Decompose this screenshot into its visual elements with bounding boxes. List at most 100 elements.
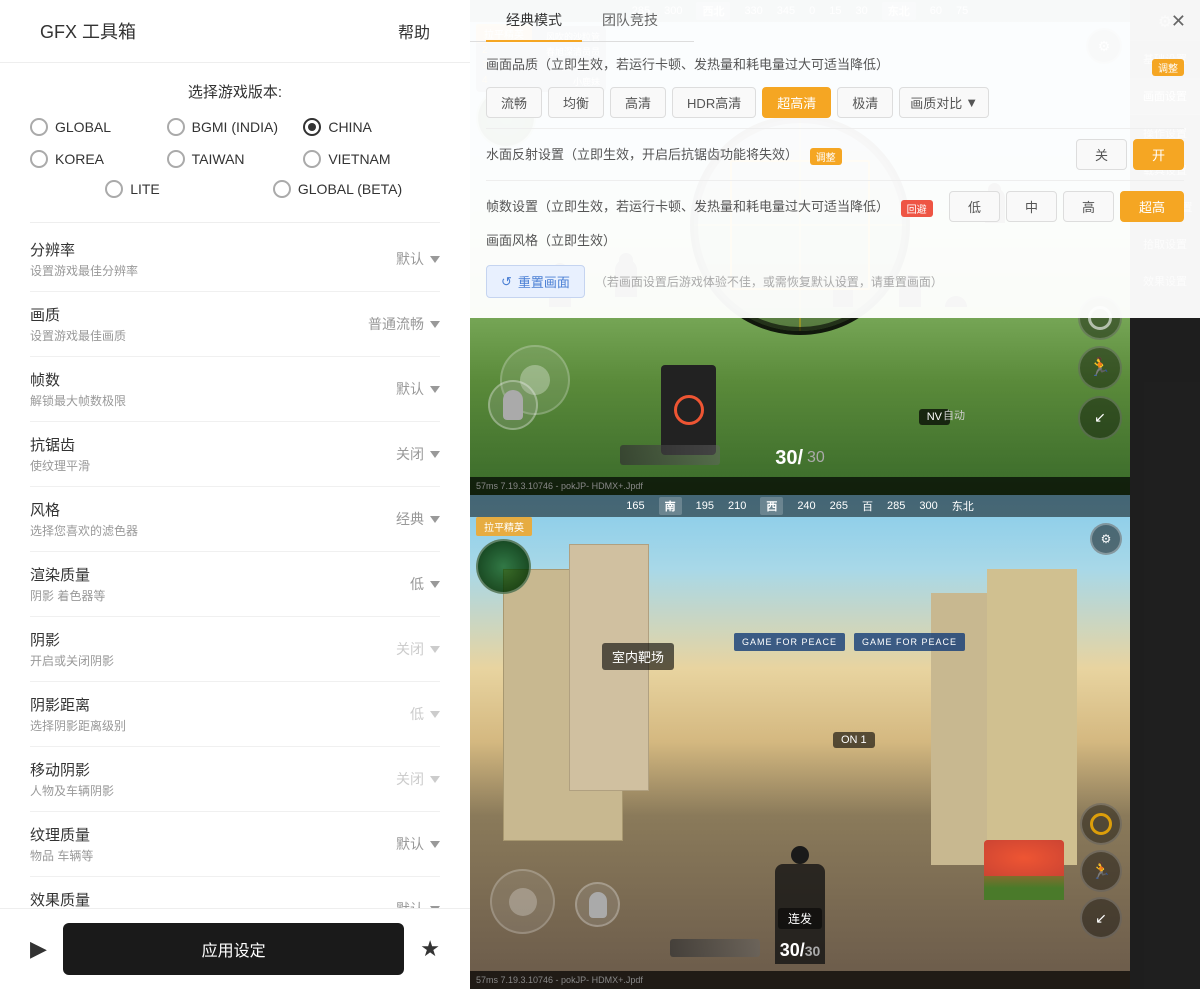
chevron-shadow <box>430 646 440 653</box>
action-btn-3[interactable]: ↙ <box>1078 396 1122 440</box>
setting-moving-shadow-name: 移动阴影 <box>30 759 114 780</box>
ammo-bottom-display: 30/30 <box>780 940 821 961</box>
apply-button[interactable]: 应用设定 <box>63 923 404 975</box>
quality-buttons: 流畅 均衡 高清 HDR高清 超高清 极清 画质对比 ▼ <box>486 87 1184 118</box>
shoot-btns-bottom: 🏃 ↙ <box>1080 803 1122 939</box>
version-vietnam-label: VIETNAM <box>328 151 390 167</box>
setting-fps-desc: 解锁最大帧数极限 <box>30 392 126 409</box>
chevron-fps <box>430 386 440 393</box>
grenade-icon[interactable] <box>488 380 538 430</box>
joystick-bottom[interactable] <box>490 869 555 934</box>
star-icon[interactable]: ★ <box>420 936 440 962</box>
quality-btn-compare[interactable]: 画质对比 ▼ <box>899 87 989 118</box>
setting-shadow-dist-value: 低 <box>410 704 424 724</box>
reset-btn-label: 重置画面 <box>518 272 570 291</box>
setting-shadow-dist-desc: 选择阴影距离级别 <box>30 717 126 734</box>
version-global-beta[interactable]: GLOBAL (BETA) <box>235 178 440 200</box>
setting-resolution-value: 默认 <box>396 249 424 269</box>
quality-btn-smooth[interactable]: 流畅 <box>486 87 542 118</box>
quality-btn-hd[interactable]: 高清 <box>610 87 666 118</box>
setting-quality-name: 画质 <box>30 304 126 325</box>
setting-fps-value: 默认 <box>396 379 424 399</box>
setting-quality-desc: 设置游戏最佳画质 <box>30 327 126 344</box>
settings-btn-bottom[interactable]: ⚙ <box>1090 523 1122 555</box>
bottom-bar: ▶ 应用设定 ★ <box>0 908 470 989</box>
close-overlay-button[interactable]: ✕ <box>1157 3 1200 40</box>
setting-antialias-name: 抗锯齿 <box>30 434 90 455</box>
send-icon[interactable]: ▶ <box>30 936 47 962</box>
compass-bar-bottom: 165 南 195 210 西 240 265 百 285 300 东北 <box>470 495 1130 517</box>
radio-vietnam <box>303 150 321 168</box>
version-china[interactable]: CHINA <box>303 116 440 138</box>
version-taiwan[interactable]: TAIWAN <box>167 148 304 170</box>
setting-quality-value: 普通流畅 <box>368 314 424 334</box>
run-btn[interactable]: 🏃 <box>1080 850 1122 892</box>
setting-texture-desc: 物品 车辆等 <box>30 847 93 864</box>
setting-render: 渲染质量 阴影 着色器等 低 <box>30 552 440 617</box>
style-section: 画面风格（立即生效） <box>486 230 1184 249</box>
water-toggle-on[interactable]: 开 <box>1133 139 1184 170</box>
water-toggle-off[interactable]: 关 <box>1076 139 1127 170</box>
indoor-range-label: 室内靶场 <box>602 643 674 670</box>
setting-style-name: 风格 <box>30 499 138 520</box>
water-badge: 调整 <box>810 148 842 165</box>
reset-screen-button[interactable]: ↺ 重置画面 <box>486 265 585 298</box>
version-lite-label: LITE <box>130 181 160 197</box>
minimap-bottom <box>476 539 531 594</box>
water-label: 水面反射设置（立即生效，开启后抗锯齿功能将失效） 调整 <box>486 144 1062 164</box>
quality-btn-ultrahd[interactable]: 超高清 <box>762 87 831 118</box>
grenade-bottom[interactable] <box>575 882 620 927</box>
setting-effect-quality-name: 效果质量 <box>30 889 121 908</box>
quality-btn-hdr[interactable]: HDR高清 <box>672 87 756 118</box>
setting-style: 风格 选择您喜欢的滤色器 经典 <box>30 487 440 552</box>
chevron-render <box>430 581 440 588</box>
tab-team[interactable]: 团队竞技 <box>582 0 678 42</box>
version-korea[interactable]: KOREA <box>30 148 167 170</box>
setting-style-desc: 选择您喜欢的滤色器 <box>30 522 138 539</box>
setting-texture-name: 纹理质量 <box>30 824 93 845</box>
overlay-tabs: 经典模式 团队竞技 <box>470 0 694 42</box>
left-panel: GFX 工具箱 帮助 选择游戏版本: GLOBAL BGMI (INDIA) C… <box>0 0 470 989</box>
setting-texture-value: 默认 <box>396 834 424 854</box>
server-info-top: 57ms 7.19.3.10746 - pokJP- HDMX+.Jpdf <box>470 477 1130 495</box>
reset-note: （若画面设置后游戏体验不佳，或需恢复默认设置，请重置画面） <box>595 273 943 290</box>
quality-btn-extreme[interactable]: 极清 <box>837 87 893 118</box>
quality-btn-balance[interactable]: 均衡 <box>548 87 604 118</box>
version-vietnam[interactable]: VIETNAM <box>303 148 440 170</box>
tab-classic[interactable]: 经典模式 <box>486 0 582 42</box>
water-toggle-group: 关 开 <box>1076 139 1184 170</box>
fps-btn-ultra[interactable]: 超高 <box>1120 191 1184 222</box>
prone-btn[interactable]: ↙ <box>1080 897 1122 939</box>
fps-section-label: 帧数设置（立即生效，若运行卡顿、发热量和耗电量过大可适当降低） 回避 <box>486 196 941 216</box>
quality-section: 画面品质（立即生效，若运行卡顿、发热量和耗电量过大可适当降低） 调整 流畅 均衡… <box>486 54 1184 118</box>
setting-quality: 画质 设置游戏最佳画质 普通流畅 <box>30 292 440 357</box>
help-link[interactable]: 帮助 <box>398 19 430 43</box>
version-title: 选择游戏版本: <box>30 81 440 102</box>
overlay-body: 画面品质（立即生效，若运行卡顿、发热量和耗电量过大可适当降低） 调整 流畅 均衡… <box>470 42 1200 318</box>
fps-btn-mid[interactable]: 中 <box>1006 191 1057 222</box>
chevron-resolution <box>430 256 440 263</box>
scope-btn[interactable] <box>1080 803 1122 845</box>
chevron-style <box>430 516 440 523</box>
setting-style-value: 经典 <box>396 509 424 529</box>
version-global[interactable]: GLOBAL <box>30 116 167 138</box>
version-china-label: CHINA <box>328 119 372 135</box>
chevron-texture <box>430 841 440 848</box>
left-header: GFX 工具箱 帮助 <box>0 0 470 63</box>
setting-render-value: 低 <box>410 574 424 594</box>
version-bgmi[interactable]: BGMI (INDIA) <box>167 116 304 138</box>
reset-section: ↺ 重置画面 （若画面设置后游戏体验不佳，或需恢复默认设置，请重置画面） <box>486 257 1184 306</box>
fps-btn-high[interactable]: 高 <box>1063 191 1114 222</box>
version-taiwan-label: TAIWAN <box>192 151 245 167</box>
fire-mode-label: 连发 <box>778 908 822 929</box>
water-section: 水面反射设置（立即生效，开启后抗锯齿功能将失效） 调整 关 开 <box>486 139 1184 170</box>
radio-lite <box>105 180 123 198</box>
action-btn-2[interactable]: 🏃 <box>1078 346 1122 390</box>
setting-shadow-value: 关闭 <box>396 639 424 659</box>
chevron-quality <box>430 321 440 328</box>
setting-moving-shadow-desc: 人物及车辆阴影 <box>30 782 114 799</box>
fps-btn-low[interactable]: 低 <box>949 191 1000 222</box>
setting-resolution-name: 分辨率 <box>30 239 138 260</box>
version-korea-label: KOREA <box>55 151 104 167</box>
version-lite[interactable]: LITE <box>30 178 235 200</box>
